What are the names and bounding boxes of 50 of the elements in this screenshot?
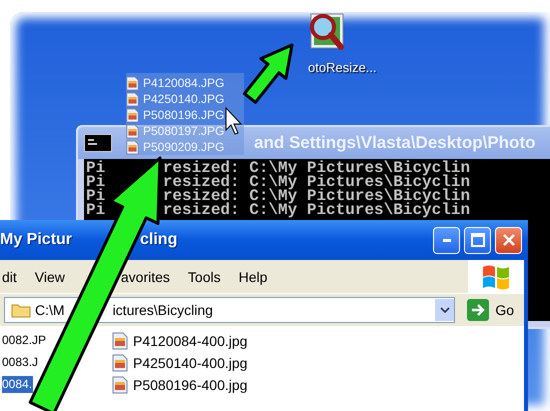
- file-name[interactable]: P4120084-400.jpg: [133, 332, 248, 348]
- minimize-icon: [442, 238, 450, 242]
- windows-flag-icon: [481, 262, 511, 290]
- file-name[interactable]: 0083.J: [2, 354, 38, 371]
- console-text: Pi: [86, 161, 106, 175]
- console-icon: [84, 134, 112, 152]
- file-name: P5090209.JPG: [143, 140, 224, 154]
- dropdown-icon[interactable]: [435, 299, 454, 321]
- menu-item[interactable]: dit: [2, 268, 17, 284]
- menu-item[interactable]: Tools: [188, 268, 221, 284]
- image-file-icon: [126, 124, 139, 138]
- maximize-icon: [470, 233, 484, 247]
- console-text: Pi: [86, 175, 106, 189]
- file-name[interactable]: P5080196-400.jpg: [133, 376, 248, 392]
- menu-item[interactable]: View: [34, 268, 65, 284]
- pointer-arrow: [243, 44, 294, 104]
- image-file-icon: [112, 354, 128, 372]
- window-title: and Settings\Vlasta\Desktop\Photo: [254, 133, 536, 153]
- console-text: resized: C:\My Pictures\Bicyclin: [162, 203, 470, 217]
- console-text: resized: C:\My Pictures\Bicyclin: [162, 161, 470, 175]
- image-file-icon: [126, 140, 139, 154]
- image-file-icon: [112, 376, 128, 394]
- file-name[interactable]: 0082.JP: [2, 332, 46, 349]
- file-name: P5080196.JPG: [143, 108, 224, 122]
- image-file-icon: [126, 92, 139, 106]
- menu-item[interactable]: avorites: [120, 268, 170, 284]
- minimize-button[interactable]: [433, 226, 460, 254]
- close-icon: [502, 233, 516, 247]
- file-name: P5080197.JPG: [143, 124, 224, 138]
- go-button[interactable]: Go: [463, 299, 518, 321]
- desktop-icon-label[interactable]: otoResize...: [308, 60, 377, 75]
- console-text: Pi: [86, 203, 106, 217]
- mouse-cursor-icon: [226, 106, 242, 135]
- console-text: resized: C:\My Pictures\Bicyclin: [162, 175, 470, 189]
- maximize-button[interactable]: [464, 226, 491, 254]
- file-name: P4250140.JPG: [143, 92, 224, 106]
- menu-item[interactable]: Help: [238, 268, 268, 284]
- window-title: My Pictur: [0, 231, 72, 249]
- image-file-icon: [112, 332, 128, 350]
- console-text: resized: C:\My Pictures\Bicyclin: [162, 189, 470, 203]
- image-file-icon: [126, 108, 139, 122]
- console-text: Pi: [86, 189, 106, 203]
- file-name[interactable]: 0084.: [2, 376, 34, 393]
- folder-icon: [11, 302, 31, 318]
- close-button[interactable]: [495, 226, 522, 254]
- window-title: cling: [140, 231, 178, 249]
- file-name: P4120084.JPG: [143, 76, 224, 90]
- image-file-icon: [126, 76, 139, 90]
- address-field[interactable]: C:\M ictures\Bicycling: [4, 297, 456, 323]
- file-name[interactable]: P4250140-400.jpg: [133, 354, 248, 370]
